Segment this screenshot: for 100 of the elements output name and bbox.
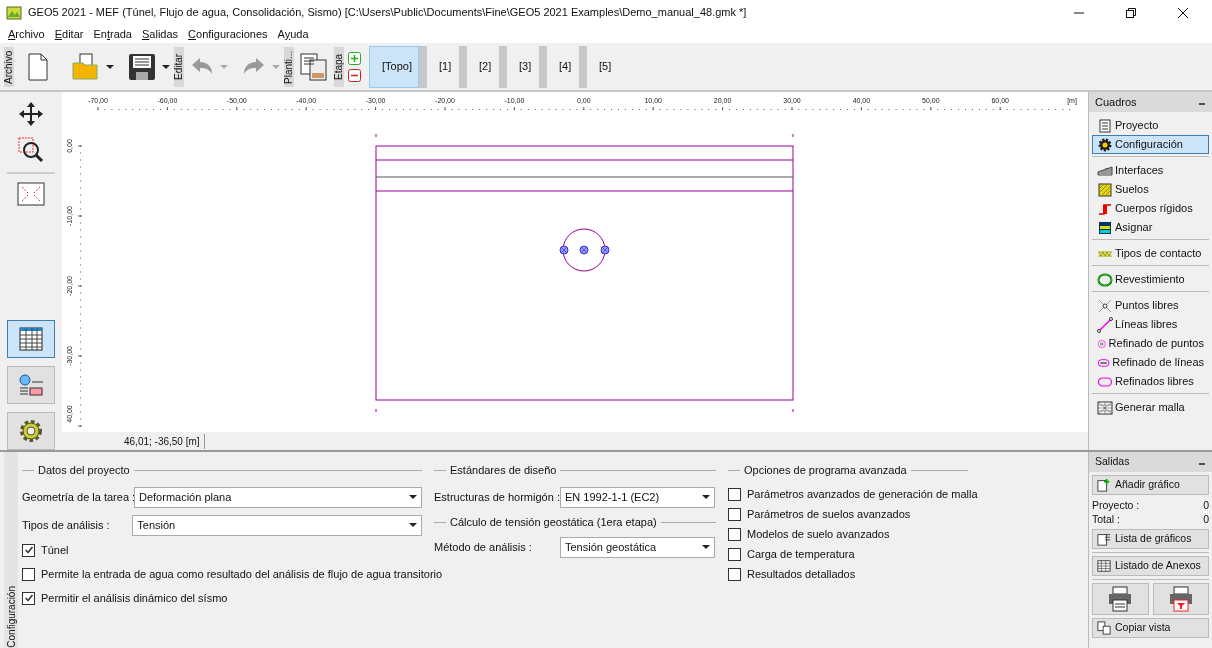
caret-icon: [220, 62, 228, 71]
labels-button[interactable]: [7, 366, 55, 404]
toolbar-section-label: Planti...: [284, 46, 294, 87]
panel-item[interactable]: Asignar: [1092, 218, 1209, 237]
panel-item[interactable]: Suelos: [1092, 180, 1209, 199]
move-icon: [17, 100, 45, 128]
field-label: Tipos de análisis :: [22, 517, 111, 533]
field-label: Método de análisis :: [434, 539, 533, 555]
checkbox-label: Permite la entrada de agua como resultado del análisis de flujo de agua transitorio: [41, 566, 443, 582]
checkbox[interactable]: [728, 547, 741, 561]
panel-item[interactable]: Refinados libres: [1092, 372, 1209, 391]
point-icon: [1097, 297, 1113, 314]
settings-icon: [17, 417, 45, 445]
menu-item[interactable]: Entrada: [93, 25, 132, 43]
close-icon: [1178, 7, 1188, 18]
chart-list-button[interactable]: Lista de gráficos: [1092, 529, 1209, 549]
panel-item[interactable]: Refinado de puntos: [1092, 334, 1209, 353]
stage-tab[interactable]: [Topo]: [369, 45, 419, 88]
panel-item[interactable]: Tipos de contacto: [1092, 244, 1209, 263]
section-title: Estándares de diseño: [450, 462, 557, 478]
print-preview-button[interactable]: [1152, 583, 1209, 615]
panel-title: Cuadros: [1095, 94, 1137, 110]
caret-icon: [272, 62, 280, 71]
menu-item[interactable]: Ayuda: [277, 25, 309, 43]
checkbox[interactable]: [728, 487, 741, 501]
menu-item[interactable]: Configuraciones: [188, 25, 268, 43]
zoom-icon: [17, 136, 45, 164]
panel-item[interactable]: Líneas libres: [1092, 315, 1209, 334]
panel-item[interactable]: Configuración: [1092, 135, 1209, 154]
assign-icon: [1097, 219, 1113, 236]
tab-separator: [499, 45, 507, 88]
window-title: GEO5 2021 - MEF (Túnel, Flujo de agua, Consolidación, Sismo) [C:\Users\Public\Documents\Fine\GEO5 2021 Examples\Demo_manual_48.gmk *]: [28, 5, 748, 21]
stat-label: Proyecto :: [1092, 498, 1140, 512]
menu-item[interactable]: Archivo: [8, 25, 45, 43]
labels-icon: [17, 371, 45, 399]
section-title: Datos del proyecto: [38, 462, 130, 478]
caret-icon: [106, 62, 114, 71]
checkbox-label: Carga de temperatura: [747, 546, 855, 562]
panel-item[interactable]: Generar malla: [1092, 398, 1209, 417]
caret-icon: [409, 495, 417, 499]
toolbar-section-label: Archivo: [4, 46, 14, 87]
checkbox-label: Resultados detallados: [747, 566, 856, 582]
copy-view-button[interactable]: Copiar vista: [1092, 618, 1209, 638]
fit-view-icon: [17, 182, 45, 206]
checkbox[interactable]: [728, 567, 741, 581]
table-icon: [17, 325, 45, 353]
print-button[interactable]: [1092, 583, 1149, 615]
line-icon: [1097, 316, 1113, 333]
soil-icon: [1097, 181, 1113, 198]
restore-icon: [1126, 7, 1136, 18]
mesh-icon: [1097, 399, 1113, 416]
stat-label: Total :: [1092, 512, 1120, 526]
add-chart-button[interactable]: Añadir gráfico: [1092, 475, 1209, 495]
panel-item[interactable]: Puntos libres: [1092, 296, 1209, 315]
section-title: Cálculo de tensión geostática (1era etapa): [450, 514, 657, 530]
table-view-button[interactable]: [7, 320, 55, 358]
field-label: Estructuras de hormigón :: [434, 489, 560, 505]
checkbox-label: Parámetros avanzados de generación de malla: [747, 486, 978, 502]
checkbox-label: Permitir el análisis dinámico del sísmo: [41, 590, 228, 606]
settings-button[interactable]: [7, 412, 55, 450]
checkbox[interactable]: [728, 527, 741, 541]
annex-list-button[interactable]: Listado de Anexos: [1092, 556, 1209, 576]
panel-item[interactable]: Refinado de líneas: [1092, 353, 1209, 372]
panel-item[interactable]: Proyecto: [1092, 116, 1209, 135]
tab-separator: [579, 45, 587, 88]
panel-title: Salidas: [1095, 454, 1130, 470]
add-page-icon: [1097, 478, 1111, 492]
stat-value: 0: [1203, 498, 1209, 512]
checkbox[interactable]: [22, 591, 35, 605]
tab-separator: [459, 45, 467, 88]
caret-icon: [409, 523, 417, 527]
template-icon: [298, 50, 330, 83]
menu-item[interactable]: Editar: [54, 25, 84, 43]
tab-separator: [419, 45, 427, 88]
toolbar-section-label: Etapa: [334, 46, 344, 87]
checkbox[interactable]: [728, 507, 741, 521]
checkbox[interactable]: [22, 543, 35, 557]
checkbox[interactable]: [22, 567, 35, 581]
add-icon: [348, 51, 361, 65]
panel-item[interactable]: Interfaces: [1092, 161, 1209, 180]
document-icon: [1097, 117, 1113, 134]
caret-icon: [702, 545, 710, 549]
menu-item[interactable]: Salidas: [142, 25, 179, 43]
toolbar-section-label: Editar: [174, 46, 184, 87]
caret-icon: [702, 495, 710, 499]
cursor-coordinates: 46,01; -36,50 [m]: [124, 433, 205, 449]
field-label: Geometría de la tarea :: [22, 489, 134, 505]
panel-item[interactable]: Cuerpos rígidos: [1092, 199, 1209, 218]
dropdown[interactable]: EN 1992-1-1 (EC2): [560, 486, 715, 508]
grid-icon: [1097, 559, 1111, 573]
ring-icon: [1097, 271, 1113, 288]
panel-item[interactable]: Revestimiento: [1092, 270, 1209, 289]
dropdown[interactable]: Tensión: [132, 514, 422, 536]
checkbox-label: Túnel: [41, 542, 69, 558]
remove-icon: [348, 68, 361, 82]
dropdown[interactable]: Deformación plana: [134, 486, 422, 508]
checkbox-label: Parámetros de suelos avanzados: [747, 506, 911, 522]
checkbox-label: Modelos de suelo avanzados: [747, 526, 890, 542]
stat-value: 0: [1203, 512, 1209, 526]
dropdown[interactable]: Tensión geostática: [560, 536, 715, 558]
